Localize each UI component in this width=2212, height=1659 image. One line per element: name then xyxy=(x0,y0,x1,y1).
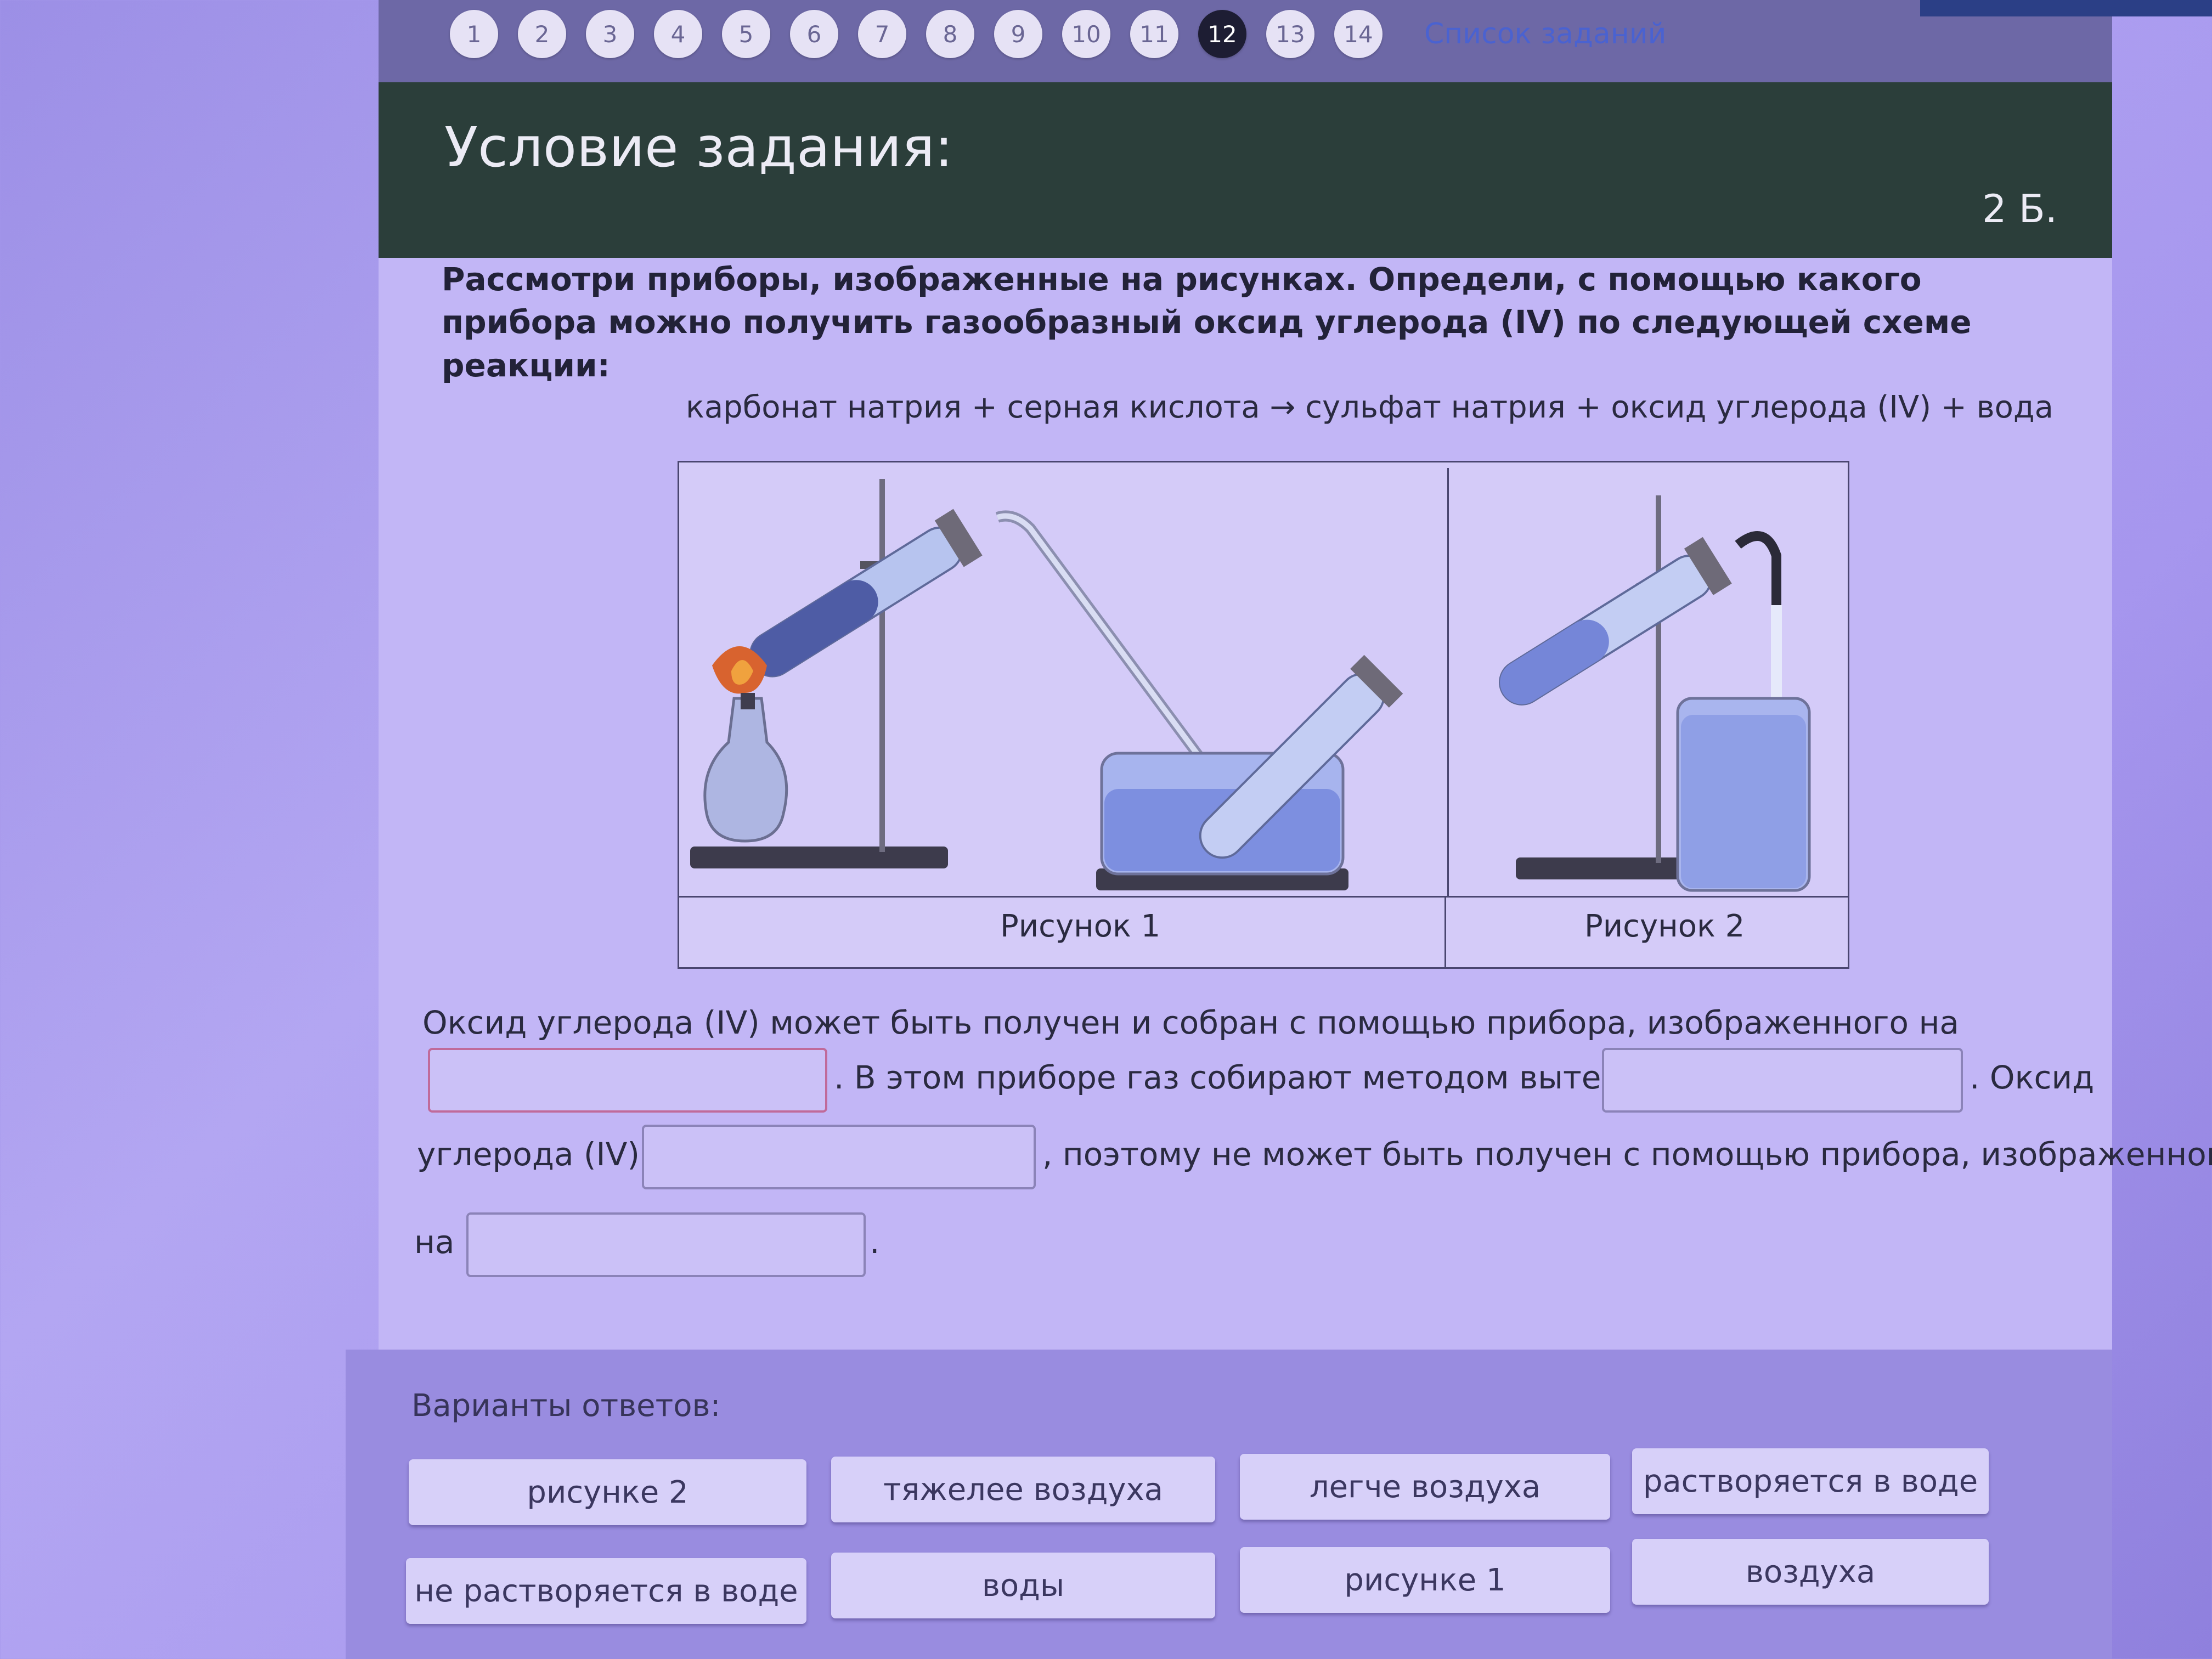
option-lighter-than-air[interactable]: легче воздуха xyxy=(1240,1454,1610,1520)
answer-drop-2[interactable] xyxy=(1602,1048,1963,1113)
options-label: Варианты ответов: xyxy=(411,1388,721,1424)
nav-task-14[interactable]: 14 xyxy=(1334,10,1383,58)
nav-task-3[interactable]: 3 xyxy=(586,10,634,58)
option-figure-1[interactable]: рисунке 1 xyxy=(1240,1547,1610,1613)
nav-task-11[interactable]: 11 xyxy=(1130,10,1178,58)
question-text: Рассмотри приборы, изображенные на рисун… xyxy=(442,261,1972,384)
answer-text-6: на xyxy=(414,1223,455,1261)
figure-2-caption: Рисунок 2 xyxy=(1584,909,1745,944)
task-header: Условие задания: 2 Б. xyxy=(379,82,2112,258)
option-does-not-dissolve[interactable]: не растворяется в воде xyxy=(406,1558,806,1624)
nav-task-9[interactable]: 9 xyxy=(994,10,1042,58)
nav-task-5[interactable]: 5 xyxy=(722,10,770,58)
answer-text-1: Оксид углерода (IV) может быть получен и… xyxy=(422,1004,1959,1041)
reaction-formula: карбонат натрия + серная кислота → сульф… xyxy=(686,390,2053,425)
option-figure-2[interactable]: рисунке 2 xyxy=(409,1459,806,1525)
figure-captions: Рисунок 1 Рисунок 2 xyxy=(679,896,1848,969)
answer-text-3: . Оксид xyxy=(1970,1059,2095,1096)
task-list-link[interactable]: Список заданий xyxy=(1424,18,1666,50)
nav-task-10[interactable]: 10 xyxy=(1062,10,1110,58)
figure-2-apparatus xyxy=(1447,468,1811,896)
task-points: 2 Б. xyxy=(1982,187,2057,232)
nav-task-4[interactable]: 4 xyxy=(654,10,702,58)
option-heavier-than-air[interactable]: тяжелее воздуха xyxy=(831,1457,1215,1522)
answer-text-5: , поэтому не может быть получен с помощь… xyxy=(1042,1136,2212,1173)
answer-drop-1[interactable] xyxy=(428,1048,827,1113)
nav-task-12-active[interactable]: 12 xyxy=(1198,10,1246,58)
answer-drop-4[interactable] xyxy=(466,1212,866,1277)
figure-1-apparatus xyxy=(690,479,1403,890)
answer-drop-3[interactable] xyxy=(642,1125,1036,1189)
task-content: Рассмотри приборы, изображенные на рисун… xyxy=(379,258,2212,1350)
option-water[interactable]: воды xyxy=(831,1553,1215,1618)
top-strip-accent xyxy=(1920,0,2212,16)
option-air[interactable]: воздуха xyxy=(1632,1539,1989,1605)
apparatus-figure: Рисунок 1 Рисунок 2 xyxy=(678,461,1849,969)
option-dissolves-in-water[interactable]: растворяется в воде xyxy=(1632,1448,1989,1514)
nav-task-1[interactable]: 1 xyxy=(450,10,498,58)
nav-task-6[interactable]: 6 xyxy=(790,10,838,58)
answer-options-panel: Варианты ответов: рисунке 2 тяжелее возд… xyxy=(346,1350,2112,1659)
task-title: Условие задания: xyxy=(444,115,953,179)
nav-task-8[interactable]: 8 xyxy=(926,10,974,58)
answer-text-7: . xyxy=(870,1223,880,1261)
task-navigation: 1 2 3 4 5 6 7 8 9 10 11 12 13 14 Список … xyxy=(450,10,1666,58)
caption-divider xyxy=(1444,898,1446,969)
answer-text-2: . В этом приборе газ собирают методом вы… xyxy=(834,1059,1720,1096)
answer-text-4: углерода (IV) xyxy=(417,1136,640,1173)
figure-1-caption: Рисунок 1 xyxy=(1000,909,1161,944)
nav-task-13[interactable]: 13 xyxy=(1266,10,1314,58)
apparatus-illustration xyxy=(690,468,1811,896)
nav-task-2[interactable]: 2 xyxy=(518,10,566,58)
nav-task-7[interactable]: 7 xyxy=(858,10,906,58)
